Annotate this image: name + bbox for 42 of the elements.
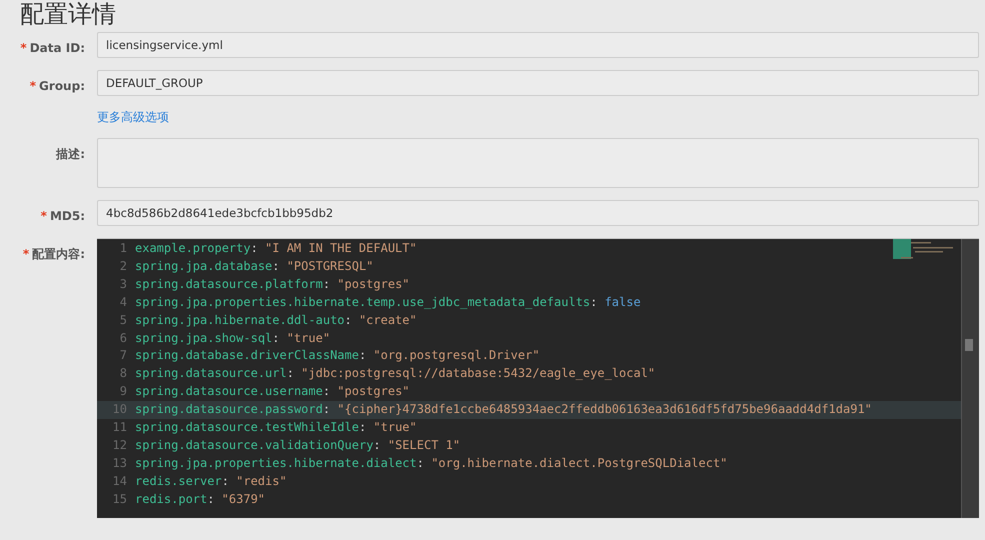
input-field[interactable]: licensingservice.yml: [97, 32, 979, 58]
line-number: 7: [118, 347, 128, 364]
field-label: Group:: [39, 78, 85, 95]
input-field[interactable]: DEFAULT_GROUP: [97, 70, 979, 96]
code-text: spring.datasource.testWhileIdle: "true": [135, 419, 417, 436]
line-number: 8: [118, 365, 128, 382]
field-label: MD5:: [50, 208, 85, 225]
line-number: 6: [118, 330, 128, 347]
code-text: spring.jpa.properties.hibernate.temp.use_jdbc_metadata_defaults: false: [135, 294, 641, 311]
required-mark: *: [20, 40, 27, 57]
code-text: spring.jpa.show-sql: "true": [135, 330, 330, 347]
code-text: redis.port: "6379": [135, 490, 266, 508]
code-text: spring.datasource.platform: "postgres": [135, 276, 410, 293]
code-text: spring.jpa.properties.hibernate.dialect: "org.hibernate.dialect.PostgreSQLDialect": [135, 454, 728, 472]
line-number: 2: [118, 258, 128, 275]
code-text: spring.database.driverClassName: "org.postgresql.Driver": [135, 347, 540, 364]
field-label: Data ID:: [30, 40, 85, 57]
required-mark: *: [22, 246, 30, 263]
code-text: example.property: "I AM IN THE DEFAULT": [135, 240, 417, 257]
required-mark: *: [30, 78, 36, 95]
line-number: 15: [112, 490, 128, 508]
line-number: 4: [118, 294, 128, 311]
page-title: 配置详情: [20, 0, 117, 28]
field-label: 描述:: [56, 146, 85, 163]
line-number: 11: [112, 419, 128, 436]
field-label: 配置内容:: [32, 246, 85, 263]
required-mark: *: [40, 208, 47, 225]
code-text: spring.jpa.database: "POSTGRESQL": [135, 258, 374, 275]
code-text: spring.datasource.url: "jdbc:postgresql://database:5432/eagle_eye_local": [135, 365, 656, 382]
line-number: 1: [118, 240, 128, 257]
code-text: redis.server: "redis": [135, 472, 287, 490]
line-number: 3: [118, 276, 128, 293]
line-number: 14: [112, 472, 128, 490]
code-text: spring.datasource.username: "postgres": [135, 383, 410, 400]
line-number: 12: [112, 436, 128, 454]
line-number: 9: [118, 383, 128, 400]
input-field[interactable]: 4bc8d586b2d8641ede3bcfcb1bb95db2: [97, 200, 979, 226]
code-text: spring.datasource.password: "{cipher}4738dfe1ccbe6485934aec2ffeddb06163ea3d616df5fd75be96aadd4df1da91": [135, 401, 872, 418]
line-number: 5: [118, 312, 128, 329]
line-number: 13: [112, 454, 128, 472]
code-text: spring.jpa.hibernate.ddl-auto: "create": [135, 312, 417, 329]
code-text: spring.datasource.validationQuery: "SELECT 1": [135, 436, 460, 454]
